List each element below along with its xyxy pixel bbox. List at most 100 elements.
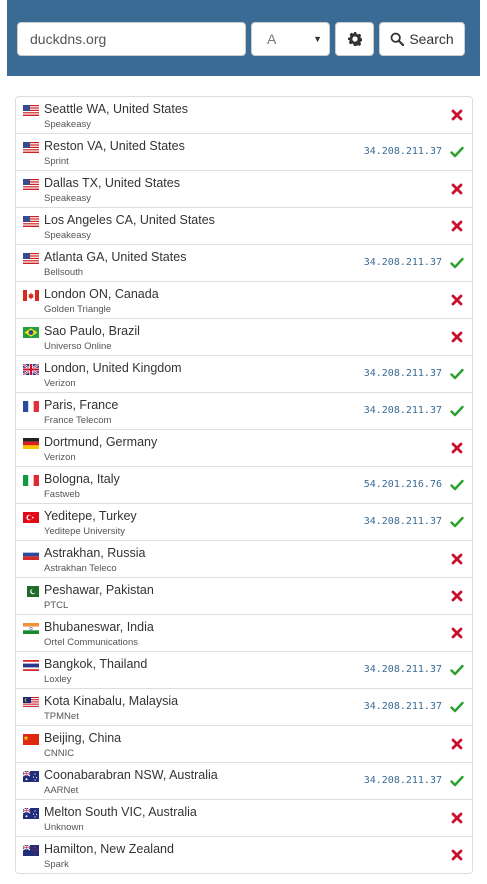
result-isp: Verizon (44, 452, 76, 463)
result-ip: 34.208.211.37 (363, 664, 442, 675)
flag-us-icon (23, 142, 39, 153)
result-location: Peshawar, Pakistan (44, 583, 154, 597)
result-location: Reston VA, United States (44, 139, 185, 153)
flag-au-icon (23, 771, 39, 782)
result-isp: Golden Triangle (44, 304, 112, 315)
result-row: Yeditepe, Turkey Yeditepe University 34.20… (16, 503, 472, 540)
result-row: Dallas TX, United States Speakeasy (16, 170, 472, 207)
gear-icon (347, 32, 362, 46)
result-ip: 34.208.211.37 (363, 146, 442, 157)
result-isp: TPMNet (44, 711, 79, 722)
result-row: Hamilton, New Zealand Spark (16, 836, 472, 873)
flag-de-icon (23, 438, 39, 449)
search-input[interactable] (17, 22, 246, 56)
check-icon (450, 368, 464, 380)
cross-icon (451, 627, 463, 639)
result-row: Astrakhan, Russia Astrakhan Teleco (16, 540, 472, 577)
check-icon (450, 405, 464, 417)
check-icon (450, 701, 464, 713)
result-row: Paris, France France Telecom 34.208.211.37 (16, 392, 472, 429)
cross-icon (451, 442, 463, 454)
result-row: Melton South VIC, Australia Unknown (16, 799, 472, 836)
result-row: Seattle WA, United States Speakeasy (16, 97, 472, 133)
result-isp: Yeditepe University (44, 526, 125, 537)
cross-icon (451, 738, 463, 750)
cross-icon (451, 553, 463, 565)
result-isp: Verizon (44, 378, 76, 389)
result-location: Dallas TX, United States (44, 176, 180, 190)
flag-nz-icon (23, 845, 39, 856)
result-location: Los Angeles CA, United States (44, 213, 215, 227)
result-row: Bangkok, Thailand Loxley 34.208.211.37 (16, 651, 472, 688)
result-location: London, United Kingdom (44, 361, 182, 375)
search-button[interactable]: Search (379, 22, 465, 56)
flag-ca-icon (23, 290, 39, 301)
flag-fr-icon (23, 401, 39, 412)
check-icon (450, 257, 464, 269)
result-row: London, United Kingdom Verizon 34.208.211.… (16, 355, 472, 392)
flag-br-icon (23, 327, 39, 338)
flag-us-icon (23, 216, 39, 227)
result-location: Kota Kinabalu, Malaysia (44, 694, 179, 708)
result-isp: Spark (44, 859, 69, 870)
search-header: A ▼ Search (7, 0, 480, 76)
cross-icon (451, 294, 463, 306)
check-icon (450, 664, 464, 676)
result-location: Bhubaneswar, India (44, 620, 154, 634)
result-row: Bhubaneswar, India Ortel Communications (16, 614, 472, 651)
result-isp: PTCL (44, 600, 69, 611)
cross-icon (451, 220, 463, 232)
flag-pk-icon (23, 586, 39, 597)
check-icon (450, 775, 464, 787)
result-ip: 34.208.211.37 (363, 775, 442, 786)
result-isp: Unknown (44, 822, 84, 833)
result-ip: 34.208.211.37 (363, 368, 442, 379)
search-icon (390, 32, 405, 46)
flag-it-icon (23, 475, 39, 486)
result-isp: Astrakhan Teleco (44, 563, 117, 574)
cross-icon (451, 590, 463, 602)
result-location: Bangkok, Thailand (44, 657, 148, 671)
result-location: Hamilton, New Zealand (44, 842, 174, 856)
result-isp: Universo Online (44, 341, 112, 352)
result-row: Dortmund, Germany Verizon (16, 429, 472, 466)
settings-button[interactable] (335, 22, 374, 56)
result-row: Bologna, Italy Fastweb 54.201.216.76 (16, 466, 472, 503)
result-location: Melton South VIC, Australia (44, 805, 197, 819)
result-location: Coonabarabran NSW, Australia (44, 768, 218, 782)
result-row: Peshawar, Pakistan PTCL (16, 577, 472, 614)
result-row: Beijing, China CNNIC (16, 725, 472, 762)
result-row: Reston VA, United States Sprint 34.208.211… (16, 133, 472, 170)
flag-us-icon (23, 179, 39, 190)
result-ip: 54.201.216.76 (363, 479, 442, 490)
result-location: Paris, France (44, 398, 119, 412)
result-row: Kota Kinabalu, Malaysia TPMNet 34.208.211.… (16, 688, 472, 725)
result-isp: Fastweb (44, 489, 80, 500)
flag-cn-icon (23, 734, 39, 745)
result-isp: Speakeasy (44, 119, 92, 130)
result-isp: CNNIC (44, 748, 75, 759)
flag-us-icon (23, 253, 39, 264)
flag-tr-icon (23, 512, 39, 523)
result-location: Atlanta GA, United States (44, 250, 187, 264)
result-isp: AARNet (44, 785, 79, 796)
result-location: Dortmund, Germany (44, 435, 158, 449)
result-location: Astrakhan, Russia (44, 546, 146, 560)
cross-icon (451, 331, 463, 343)
cross-icon (451, 812, 463, 824)
result-ip: 34.208.211.37 (363, 516, 442, 527)
flag-au-icon (23, 808, 39, 819)
result-isp: Speakeasy (44, 230, 92, 241)
result-isp: Speakeasy (44, 193, 92, 204)
flag-ru-icon (23, 549, 39, 560)
results-list: Seattle WA, United States Speakeasy Reston… (15, 96, 473, 874)
result-location: Sao Paulo, Brazil (44, 324, 140, 338)
result-isp: Bellsouth (44, 267, 84, 278)
result-ip: 34.208.211.37 (363, 701, 442, 712)
chevron-down-icon: ▼ (313, 34, 322, 44)
record-type-select[interactable]: A ▼ (251, 22, 330, 56)
cross-icon (451, 109, 463, 121)
result-isp: Loxley (44, 674, 72, 685)
result-isp: France Telecom (44, 415, 112, 426)
check-icon (450, 516, 464, 528)
